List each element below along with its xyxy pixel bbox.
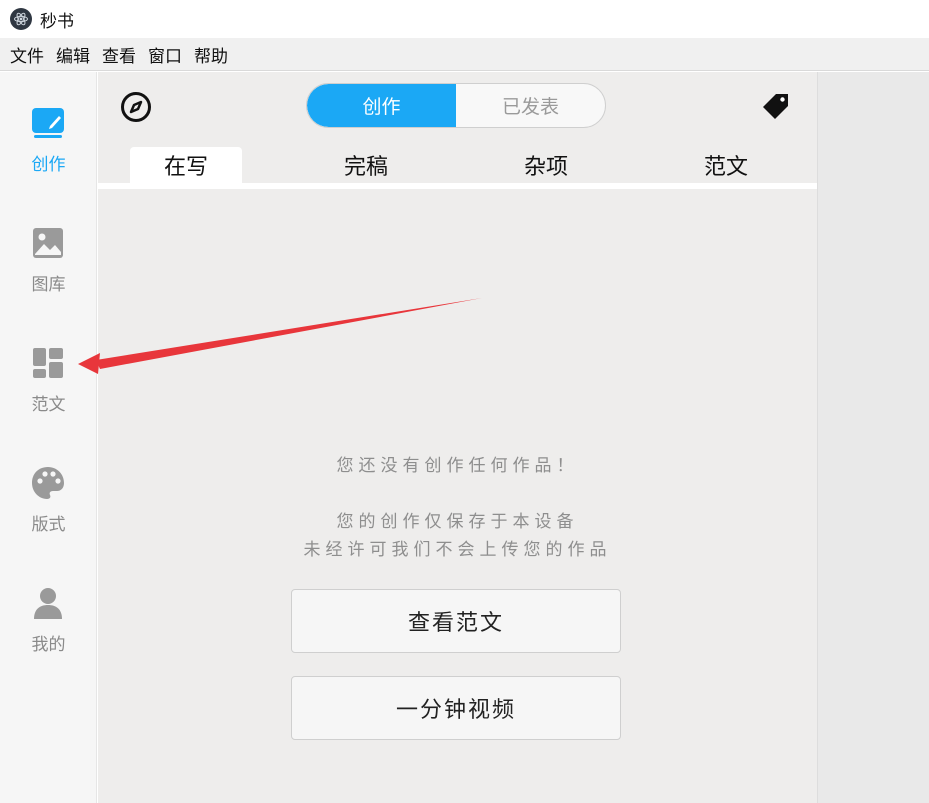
empty-state-note: 您的创作仅保存于本设备 <box>336 512 579 532</box>
menu-view[interactable]: 查看 <box>96 42 142 67</box>
sidebar-item-create[interactable]: 创作 <box>0 105 97 205</box>
view-samples-button[interactable]: 查看范文 <box>291 589 621 653</box>
compass-icon[interactable] <box>120 91 152 123</box>
menu-edit[interactable]: 编辑 <box>50 42 96 67</box>
sidebar-item-label: 版式 <box>31 515 66 535</box>
subtab-writing[interactable]: 在写 <box>130 147 242 183</box>
sidebar-item-label: 创作 <box>31 155 66 175</box>
tab-published[interactable]: 已发表 <box>456 84 605 127</box>
subtab-finished[interactable]: 完稿 <box>310 147 422 183</box>
subtab-bar: 在写 完稿 杂项 范文 <box>98 147 817 187</box>
gallery-icon <box>33 228 63 258</box>
sidebar-item-label: 范文 <box>31 395 66 415</box>
templates-icon <box>33 348 63 378</box>
subtab-misc[interactable]: 杂项 <box>490 147 602 183</box>
menu-help[interactable]: 帮助 <box>188 42 234 67</box>
tag-icon[interactable] <box>762 92 790 120</box>
menu-file[interactable]: 文件 <box>4 42 50 67</box>
menu-window[interactable]: 窗口 <box>142 42 188 67</box>
menu-bar: 文件 编辑 查看 窗口 帮助 <box>0 38 929 71</box>
mode-switch: 创作 已发表 <box>306 83 606 128</box>
create-icon <box>32 108 64 138</box>
user-icon <box>34 588 62 619</box>
one-minute-video-button[interactable]: 一分钟视频 <box>291 676 621 740</box>
sidebar: 创作 图库 范文 版式 我的 <box>0 72 97 803</box>
sidebar-item-label: 我的 <box>31 635 66 655</box>
tab-create[interactable]: 创作 <box>307 84 456 127</box>
sidebar-item-label: 图库 <box>31 275 66 295</box>
empty-state-title: 您还没有创作任何作品！ <box>336 456 579 476</box>
sidebar-item-layout[interactable]: 版式 <box>0 465 97 565</box>
main-panel: 创作 已发表 在写 完稿 杂项 范文 您还没有创作任何作品！ 您的创作仅保存于本… <box>98 72 817 803</box>
title-bar: 秒书 <box>0 0 929 38</box>
empty-state-privacy: 未经许可我们不会上传您的作品 <box>303 540 612 560</box>
sidebar-item-profile[interactable]: 我的 <box>0 585 97 685</box>
window-title: 秒书 <box>40 11 74 32</box>
sidebar-item-templates[interactable]: 范文 <box>0 345 97 445</box>
palette-icon <box>32 467 64 499</box>
subtab-samples[interactable]: 范文 <box>670 147 782 183</box>
right-empty-area <box>817 72 929 803</box>
sidebar-item-gallery[interactable]: 图库 <box>0 225 97 325</box>
app-logo-icon <box>10 8 32 30</box>
subtab-divider <box>98 183 817 189</box>
